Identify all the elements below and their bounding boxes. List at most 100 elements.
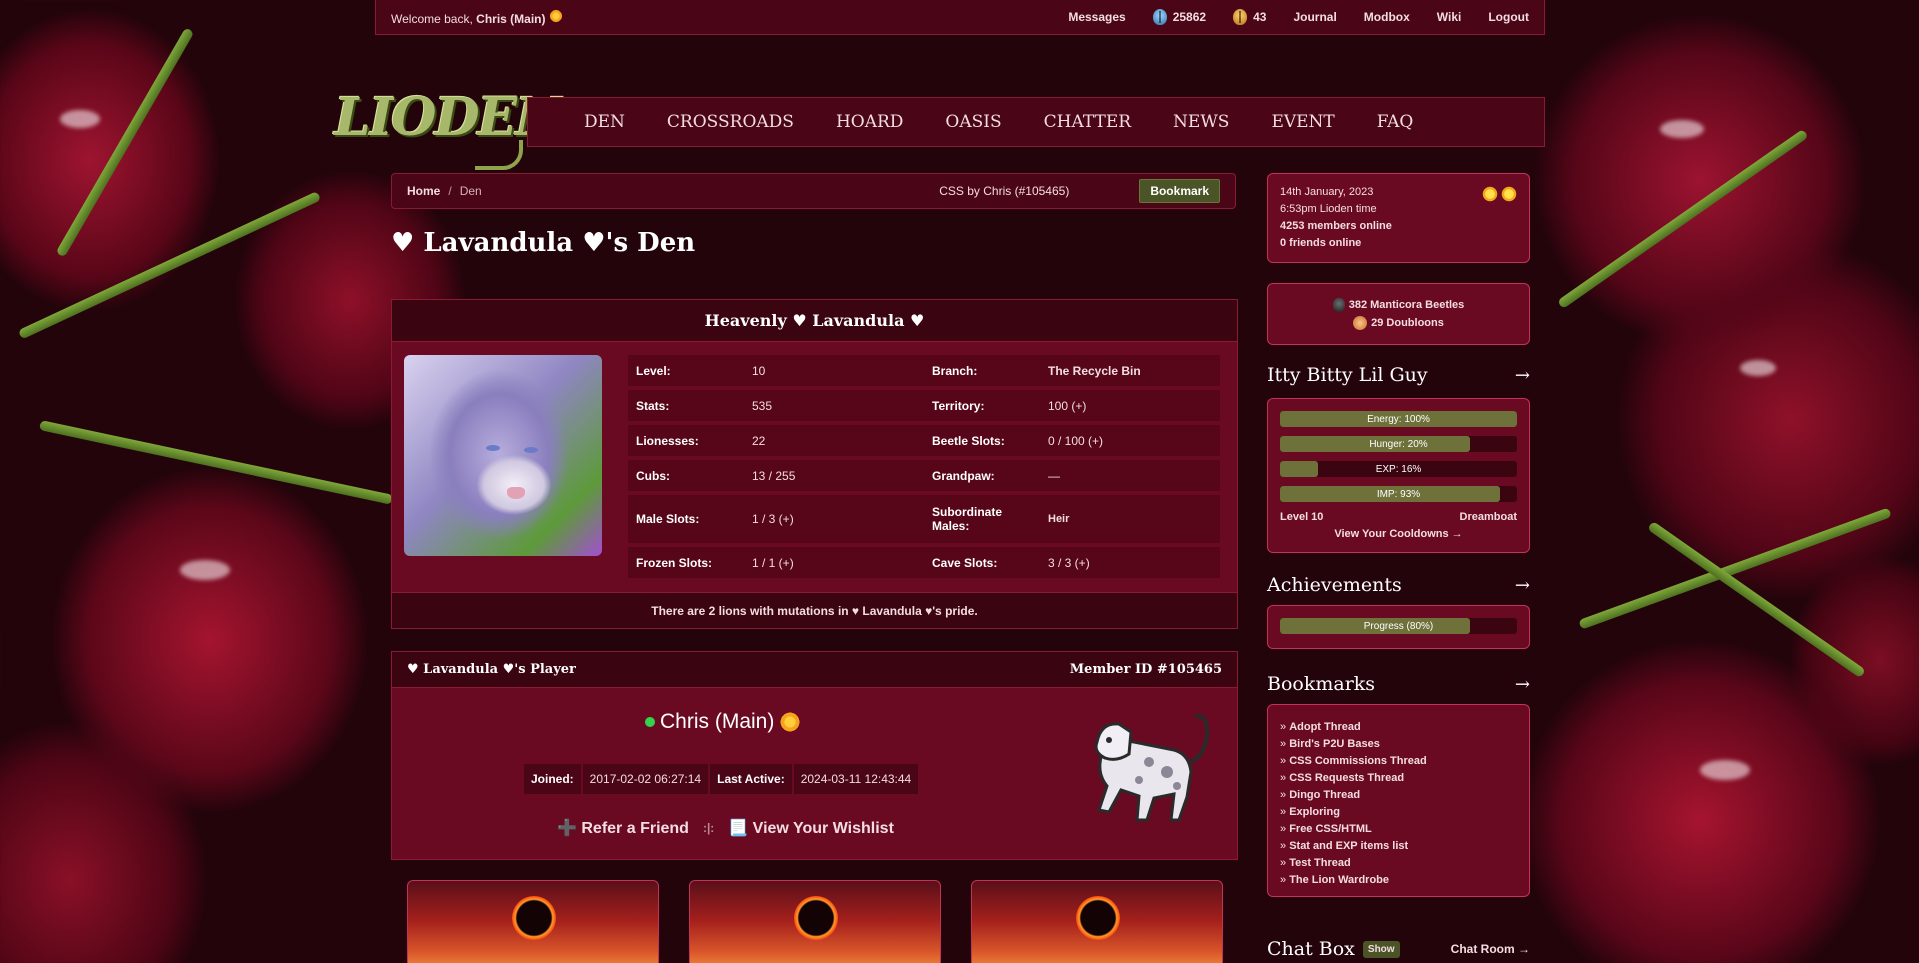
- online-status-icon: [645, 717, 655, 727]
- bookmark-link[interactable]: Free CSS/HTML: [1280, 821, 1517, 838]
- event-banner[interactable]: [407, 880, 659, 963]
- joined-label: Joined:: [524, 764, 581, 794]
- lion-portrait[interactable]: [404, 355, 602, 556]
- members-online[interactable]: 4253 members online: [1280, 218, 1517, 235]
- current-user[interactable]: Chris (Main): [476, 12, 545, 26]
- event-banner[interactable]: [689, 880, 941, 963]
- bookmark-link[interactable]: CSS Requests Thread: [1280, 770, 1517, 787]
- stat-value-branch[interactable]: The Recycle Bin: [1040, 355, 1220, 386]
- wiki-link[interactable]: Wiki: [1437, 10, 1462, 24]
- stat-label-territory: Territory:: [924, 390, 1040, 421]
- pet-title-row: Itty Bitty Lil Guy →: [1267, 364, 1530, 386]
- nav-chatter[interactable]: CHATTER: [1044, 112, 1131, 132]
- player-name[interactable]: Chris (Main): [645, 710, 802, 734]
- stat-value-frozen-slots[interactable]: 1 / 1 (+): [744, 547, 924, 578]
- stat-value-cubs: 13 / 255: [744, 460, 924, 491]
- achievements-arrow-icon[interactable]: →: [1515, 575, 1530, 596]
- nav-news[interactable]: NEWS: [1173, 112, 1229, 132]
- stat-label-cave-slots: Cave Slots:: [924, 547, 1040, 578]
- wishlist-link[interactable]: 📃 View Your Wishlist: [728, 818, 894, 838]
- journal-link[interactable]: Journal: [1293, 10, 1336, 24]
- achievement-progress-bar: Progress (80%): [1280, 618, 1517, 634]
- nav-hoard[interactable]: HOARD: [836, 112, 903, 132]
- sprite-spot: [1144, 757, 1154, 767]
- bookmark-link[interactable]: The Lion Wardrobe: [1280, 872, 1517, 889]
- bookmark-link[interactable]: Test Thread: [1280, 855, 1517, 872]
- stat-label-branch: Branch:: [924, 355, 1040, 386]
- main-nav: DEN CROSSROADS HOARD OASIS CHATTER NEWS …: [527, 97, 1545, 147]
- friends-online[interactable]: 0 friends online: [1280, 235, 1517, 252]
- bookmark-link[interactable]: Adopt Thread: [1280, 719, 1517, 736]
- gold-beetle-icon: [1233, 9, 1248, 25]
- lion-nose: [507, 487, 525, 499]
- nav-event[interactable]: EVENT: [1271, 112, 1334, 132]
- breadcrumb: Home / Den CSS by Chris (#105465) Bookma…: [391, 173, 1236, 209]
- achievements-panel: Progress (80%): [1267, 605, 1530, 649]
- stat-label-subordinate-males: Subordinate Males:: [924, 495, 1040, 543]
- cooldowns-link[interactable]: View Your Cooldowns →: [1280, 528, 1517, 540]
- bookmark-link[interactable]: Stat and EXP items list: [1280, 838, 1517, 855]
- cherry-stem: [1578, 507, 1892, 630]
- gold-beetles-counter[interactable]: 43: [1233, 9, 1266, 25]
- modbox-link[interactable]: Modbox: [1364, 10, 1410, 24]
- currency-panel: 382 Manticora Beetles 29 Doubloons: [1267, 283, 1530, 345]
- exp-bar: EXP: 16%: [1280, 461, 1517, 477]
- sun-icon: [1482, 186, 1498, 202]
- stat-label-frozen-slots: Frozen Slots:: [628, 547, 744, 578]
- breadcrumb-current: Den: [459, 184, 482, 198]
- joined-value: 2017-02-02 06:27:14: [582, 764, 709, 794]
- energy-bar: Energy: 100%: [1280, 411, 1517, 427]
- stat-label-grandpaw: Grandpaw:: [924, 460, 1040, 491]
- imp-bar: IMP: 93%: [1280, 486, 1517, 502]
- cherry-shine: [1740, 360, 1776, 376]
- stat-value-lionesses: 22: [744, 425, 924, 456]
- breadcrumb-home[interactable]: Home: [407, 184, 440, 198]
- nav-oasis[interactable]: OASIS: [945, 112, 1001, 132]
- cherry-stem: [38, 420, 394, 505]
- beetles-counter[interactable]: 25862: [1152, 9, 1206, 25]
- stat-value-territory[interactable]: 100 (+): [1040, 390, 1220, 421]
- player-avatar-sprite[interactable]: [1079, 702, 1219, 827]
- site-logo[interactable]: LIODEN: [334, 62, 563, 172]
- bookmarks-arrow-icon[interactable]: →: [1515, 674, 1530, 695]
- achievements-title[interactable]: Achievements: [1267, 574, 1402, 596]
- bookmark-link[interactable]: Dingo Thread: [1280, 787, 1517, 804]
- cherry-stem: [55, 27, 195, 258]
- bookmark-button[interactable]: Bookmark: [1139, 179, 1220, 203]
- page-title: ♥ Lavandula ♥'s Den: [391, 228, 696, 258]
- flower-icon: [779, 711, 802, 733]
- stat-value-male-slots[interactable]: 1 / 3 (+): [744, 495, 924, 543]
- weather-icons: [1482, 186, 1517, 202]
- player-links: ➕ Refer a Friend :|: 📃 View Your Wishlis…: [557, 818, 894, 838]
- eclipse-icon: [512, 896, 556, 940]
- stat-label-lionesses: Lionesses:: [628, 425, 744, 456]
- css-credit[interactable]: CSS by Chris (#105465): [939, 184, 1069, 198]
- chat-show-button[interactable]: Show: [1362, 940, 1400, 958]
- logout-link[interactable]: Logout: [1488, 10, 1529, 24]
- lion-eye: [524, 447, 538, 453]
- bookmarks-panel: Adopt Thread Bird's P2U Bases CSS Commis…: [1267, 704, 1530, 897]
- stat-value-subordinate-males[interactable]: Heir: [1040, 495, 1220, 543]
- pet-title[interactable]: Itty Bitty Lil Guy: [1267, 364, 1428, 386]
- refer-friend-link[interactable]: ➕ Refer a Friend: [557, 818, 689, 838]
- bookmark-link[interactable]: Bird's P2U Bases: [1280, 736, 1517, 753]
- pet-status-panel: Energy: 100% Hunger: 20% EXP: 16% IMP: 9…: [1267, 398, 1530, 553]
- pet-arrow-icon[interactable]: →: [1515, 365, 1530, 386]
- eclipse-icon: [794, 896, 838, 940]
- sprite-spot: [1135, 776, 1143, 784]
- pet-level-row: Level 10 Dreamboat: [1280, 511, 1517, 523]
- messages-link[interactable]: Messages: [1068, 10, 1125, 24]
- stat-value-beetle-slots[interactable]: 0 / 100 (+): [1040, 425, 1220, 456]
- stat-value-cave-slots[interactable]: 3 / 3 (+): [1040, 547, 1220, 578]
- bookmarks-title[interactable]: Bookmarks: [1267, 673, 1375, 695]
- nav-faq[interactable]: FAQ: [1377, 112, 1414, 132]
- bookmark-link[interactable]: CSS Commissions Thread: [1280, 753, 1517, 770]
- nav-den[interactable]: DEN: [584, 112, 625, 132]
- chat-room-link[interactable]: Chat Room →: [1451, 942, 1530, 956]
- event-banner[interactable]: [971, 880, 1223, 963]
- pet-level: Level 10: [1280, 511, 1324, 523]
- bookmark-link[interactable]: Exploring: [1280, 804, 1517, 821]
- cherry-shine: [60, 110, 100, 128]
- cherry-stem: [1647, 520, 1866, 679]
- nav-crossroads[interactable]: CROSSROADS: [667, 112, 794, 132]
